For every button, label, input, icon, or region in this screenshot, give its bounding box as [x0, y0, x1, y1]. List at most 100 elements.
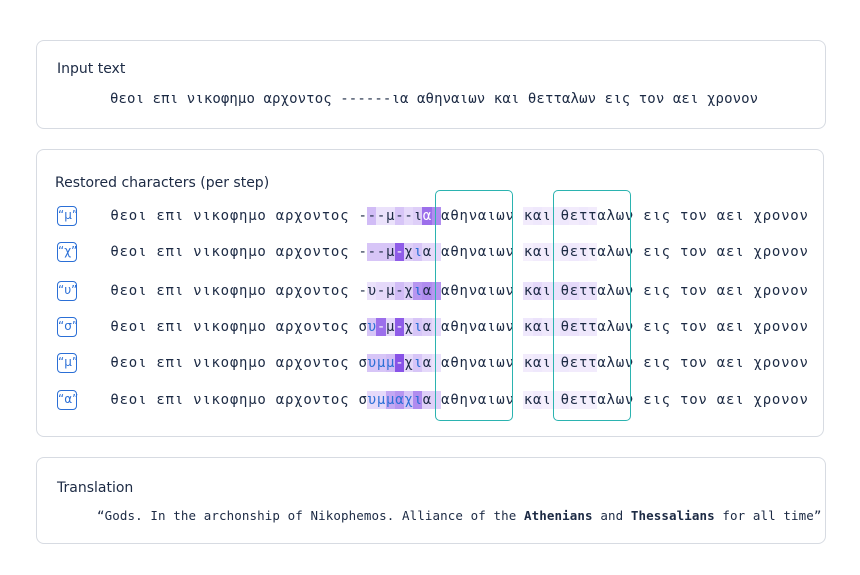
text-char: χ — [294, 208, 303, 224]
text-char: θ — [110, 283, 119, 299]
text-char: ε — [643, 355, 652, 371]
text-char: ι — [202, 392, 211, 408]
text-char: μ — [248, 244, 257, 260]
text-char: ν — [799, 392, 808, 408]
text-char: α — [275, 244, 285, 260]
text-char: ς — [661, 392, 671, 408]
text-char: τ — [680, 392, 689, 408]
text-char: α — [532, 243, 542, 261]
text-char: υ — [367, 354, 377, 372]
text-char: ρ — [762, 392, 772, 408]
text-char: ο — [689, 392, 698, 408]
text-char: κ — [523, 282, 533, 300]
text-char: ι — [413, 282, 423, 300]
text-char: ρ — [762, 355, 772, 371]
restored-char-badge: “α” — [57, 390, 78, 410]
text-char: ι — [735, 319, 744, 335]
text-char: θ — [110, 392, 119, 408]
text-char: η — [239, 392, 248, 408]
text-char — [184, 318, 193, 336]
text-char: ν — [698, 392, 707, 408]
text-char: υ — [367, 318, 377, 336]
text-char: ι — [174, 319, 184, 335]
text-char — [744, 391, 753, 409]
text-char: η — [239, 319, 248, 335]
text-char: ο — [771, 208, 781, 224]
text-char: α — [716, 208, 726, 224]
text-char: - — [367, 207, 377, 225]
text-char: ο — [790, 392, 799, 408]
text-char — [349, 391, 358, 409]
text-char — [147, 243, 156, 261]
text-char: ι — [541, 207, 551, 225]
text-char: υ — [367, 391, 377, 409]
text-char: ο — [330, 319, 340, 335]
text-char: ο — [771, 392, 781, 408]
text-char: ν — [312, 208, 321, 224]
text-char: ς — [340, 283, 349, 299]
text-char: φ — [229, 392, 239, 408]
text-char: χ — [753, 283, 762, 299]
text-char: μ — [248, 355, 257, 371]
text-char: ο — [689, 283, 698, 299]
text-char: ρ — [284, 355, 294, 371]
text-char: ι — [735, 355, 744, 371]
text-char — [670, 282, 679, 300]
text-char: ρ — [762, 319, 772, 335]
text-char: ο — [771, 355, 781, 371]
text-char: ο — [257, 392, 266, 408]
text-char: ο — [790, 319, 799, 335]
text-char: ο — [128, 355, 138, 371]
text-char — [266, 282, 275, 300]
text-char — [514, 243, 523, 261]
text-char: ν — [312, 392, 321, 408]
text-char: ι — [652, 208, 661, 224]
text-char: ι — [735, 208, 744, 224]
text-char: ν — [698, 208, 707, 224]
text-char — [184, 243, 193, 261]
text-char: τ — [680, 283, 689, 299]
text-char: α — [422, 243, 432, 261]
text-char — [634, 282, 643, 300]
text-char — [634, 207, 643, 225]
text-char: ο — [128, 392, 138, 408]
text-char: κ — [523, 243, 533, 261]
text-char: ι — [413, 391, 423, 409]
text-char: ο — [257, 319, 266, 335]
text-char: ο — [330, 283, 340, 299]
text-char: ε — [119, 392, 128, 408]
text-char: η — [239, 208, 248, 224]
text-char: ν — [799, 283, 808, 299]
text-char — [349, 318, 358, 336]
text-char: ο — [771, 244, 781, 260]
text-char: ι — [202, 244, 211, 260]
text-char: η — [239, 283, 248, 299]
text-char — [707, 282, 716, 300]
text-char: ε — [156, 244, 165, 260]
text-char: ο — [220, 392, 230, 408]
text-char: ο — [689, 355, 698, 371]
text-char: ο — [330, 244, 340, 260]
text-char: ν — [799, 355, 808, 371]
text-char: κ — [211, 319, 220, 335]
text-char: α — [275, 355, 285, 371]
text-char: τ — [321, 244, 331, 260]
text-char: τ — [680, 319, 689, 335]
text-char: ε — [725, 208, 735, 224]
text-char: α — [275, 208, 285, 224]
text-char: - — [358, 283, 367, 299]
text-char: ε — [643, 208, 652, 224]
text-char: κ — [211, 283, 220, 299]
restored-char-badge: “υ” — [57, 281, 77, 301]
text-char: χ — [404, 318, 414, 336]
text-char: χ — [753, 355, 762, 371]
text-char — [514, 318, 523, 336]
text-char: - — [394, 318, 404, 336]
text-char: μ — [248, 208, 257, 224]
text-char: τ — [321, 392, 331, 408]
text-char: ε — [119, 208, 128, 224]
text-char: ε — [156, 319, 165, 335]
text-char — [184, 207, 193, 225]
text-char: ν — [193, 392, 202, 408]
text-char: ν — [781, 244, 790, 260]
